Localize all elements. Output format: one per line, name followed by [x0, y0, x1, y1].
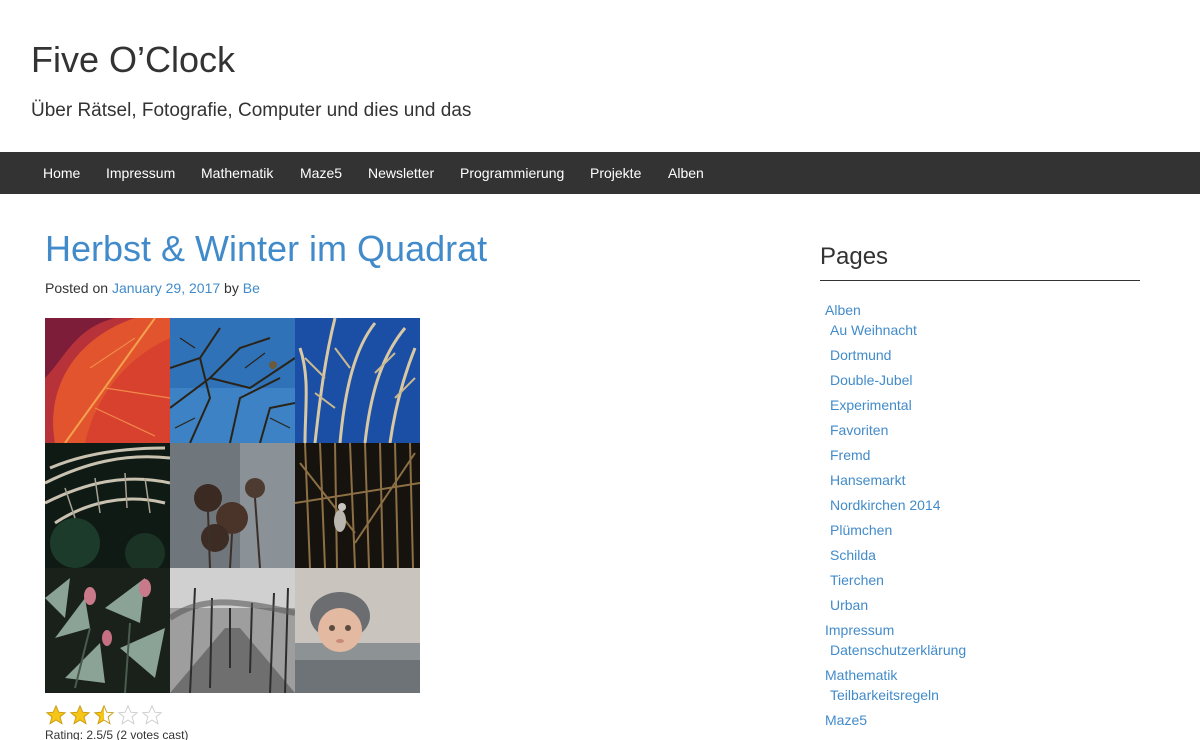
page-link-double-jubel[interactable]: Double-Jubel — [830, 371, 913, 389]
rating-text: Rating: 2.5/5 (2 votes cast) — [45, 728, 189, 740]
post-meta: Posted on January 29, 2017 by Be — [45, 279, 260, 297]
page-link-teilbarkeitsregeln[interactable]: Teilbarkeitsregeln — [830, 686, 939, 704]
nav-item-home[interactable]: Home — [43, 152, 80, 194]
photo-heron-reeds — [295, 443, 420, 568]
star-empty-icon[interactable] — [117, 704, 139, 726]
page-link-urban[interactable]: Urban — [830, 596, 868, 614]
page-link-dortmund[interactable]: Dortmund — [830, 346, 891, 364]
sidebar-divider — [820, 280, 1140, 281]
page-link-schilda[interactable]: Schilda — [830, 546, 876, 564]
photo-pampas-grass — [295, 318, 420, 443]
nav-item-newsletter[interactable]: Newsletter — [368, 152, 434, 194]
site-title[interactable]: Five O’Clock — [31, 40, 235, 80]
photo-rhododendron — [45, 568, 170, 693]
star-empty-icon[interactable] — [141, 704, 163, 726]
nav-item-impressum[interactable]: Impressum — [106, 152, 175, 194]
photo-doll-head — [295, 568, 420, 693]
star-icon[interactable] — [45, 704, 67, 726]
post-date-link[interactable]: January 29, 2017 — [112, 280, 220, 296]
post-title[interactable]: Herbst & Winter im Quadrat — [45, 228, 487, 270]
page-link-pluemchen[interactable]: Plümchen — [830, 521, 892, 539]
photo-red-leaf — [45, 318, 170, 443]
page-link-datenschutzerklaerung[interactable]: Datenschutzerklärung — [830, 641, 966, 659]
main-navigation: Home Impressum Mathematik Maze5 Newslett… — [0, 152, 1200, 194]
page-link-favoriten[interactable]: Favoriten — [830, 421, 888, 439]
star-icon[interactable] — [69, 704, 91, 726]
page-link-nordkirchen-2014[interactable]: Nordkirchen 2014 — [830, 496, 941, 514]
star-half-icon[interactable] — [93, 704, 115, 726]
photo-tree-alley — [170, 568, 295, 693]
page-link-mathematik[interactable]: Mathematik — [825, 666, 897, 684]
page-link-impressum[interactable]: Impressum — [825, 621, 894, 639]
photo-tree-branches — [170, 318, 295, 443]
page-link-tierchen[interactable]: Tierchen — [830, 571, 884, 589]
photo-burdock — [170, 443, 295, 568]
photo-mosaic[interactable] — [45, 318, 420, 693]
page-link-experimental[interactable]: Experimental — [830, 396, 912, 414]
photo-frosted-grass — [45, 443, 170, 568]
page-link-fremd[interactable]: Fremd — [830, 446, 870, 464]
site-header: Five O’Clock Über Rätsel, Fotografie, Co… — [0, 0, 1200, 152]
nav-item-mathematik[interactable]: Mathematik — [201, 152, 273, 194]
nav-item-programmierung[interactable]: Programmierung — [460, 152, 564, 194]
page-link-alben[interactable]: Alben — [825, 301, 861, 319]
site-description: Über Rätsel, Fotografie, Computer und di… — [31, 100, 472, 121]
nav-item-projekte[interactable]: Projekte — [590, 152, 641, 194]
nav-item-maze5[interactable]: Maze5 — [300, 152, 342, 194]
page-link-au-weihnacht[interactable]: Au Weihnacht — [830, 321, 917, 339]
by-label: by — [224, 280, 239, 296]
posted-on-label: Posted on — [45, 280, 109, 296]
post-author-link[interactable]: Be — [243, 280, 260, 296]
page-link-maze5[interactable]: Maze5 — [825, 711, 867, 729]
page-link-hansemarkt[interactable]: Hansemarkt — [830, 471, 905, 489]
sidebar-title: Pages — [820, 243, 889, 270]
nav-item-alben[interactable]: Alben — [668, 152, 704, 194]
